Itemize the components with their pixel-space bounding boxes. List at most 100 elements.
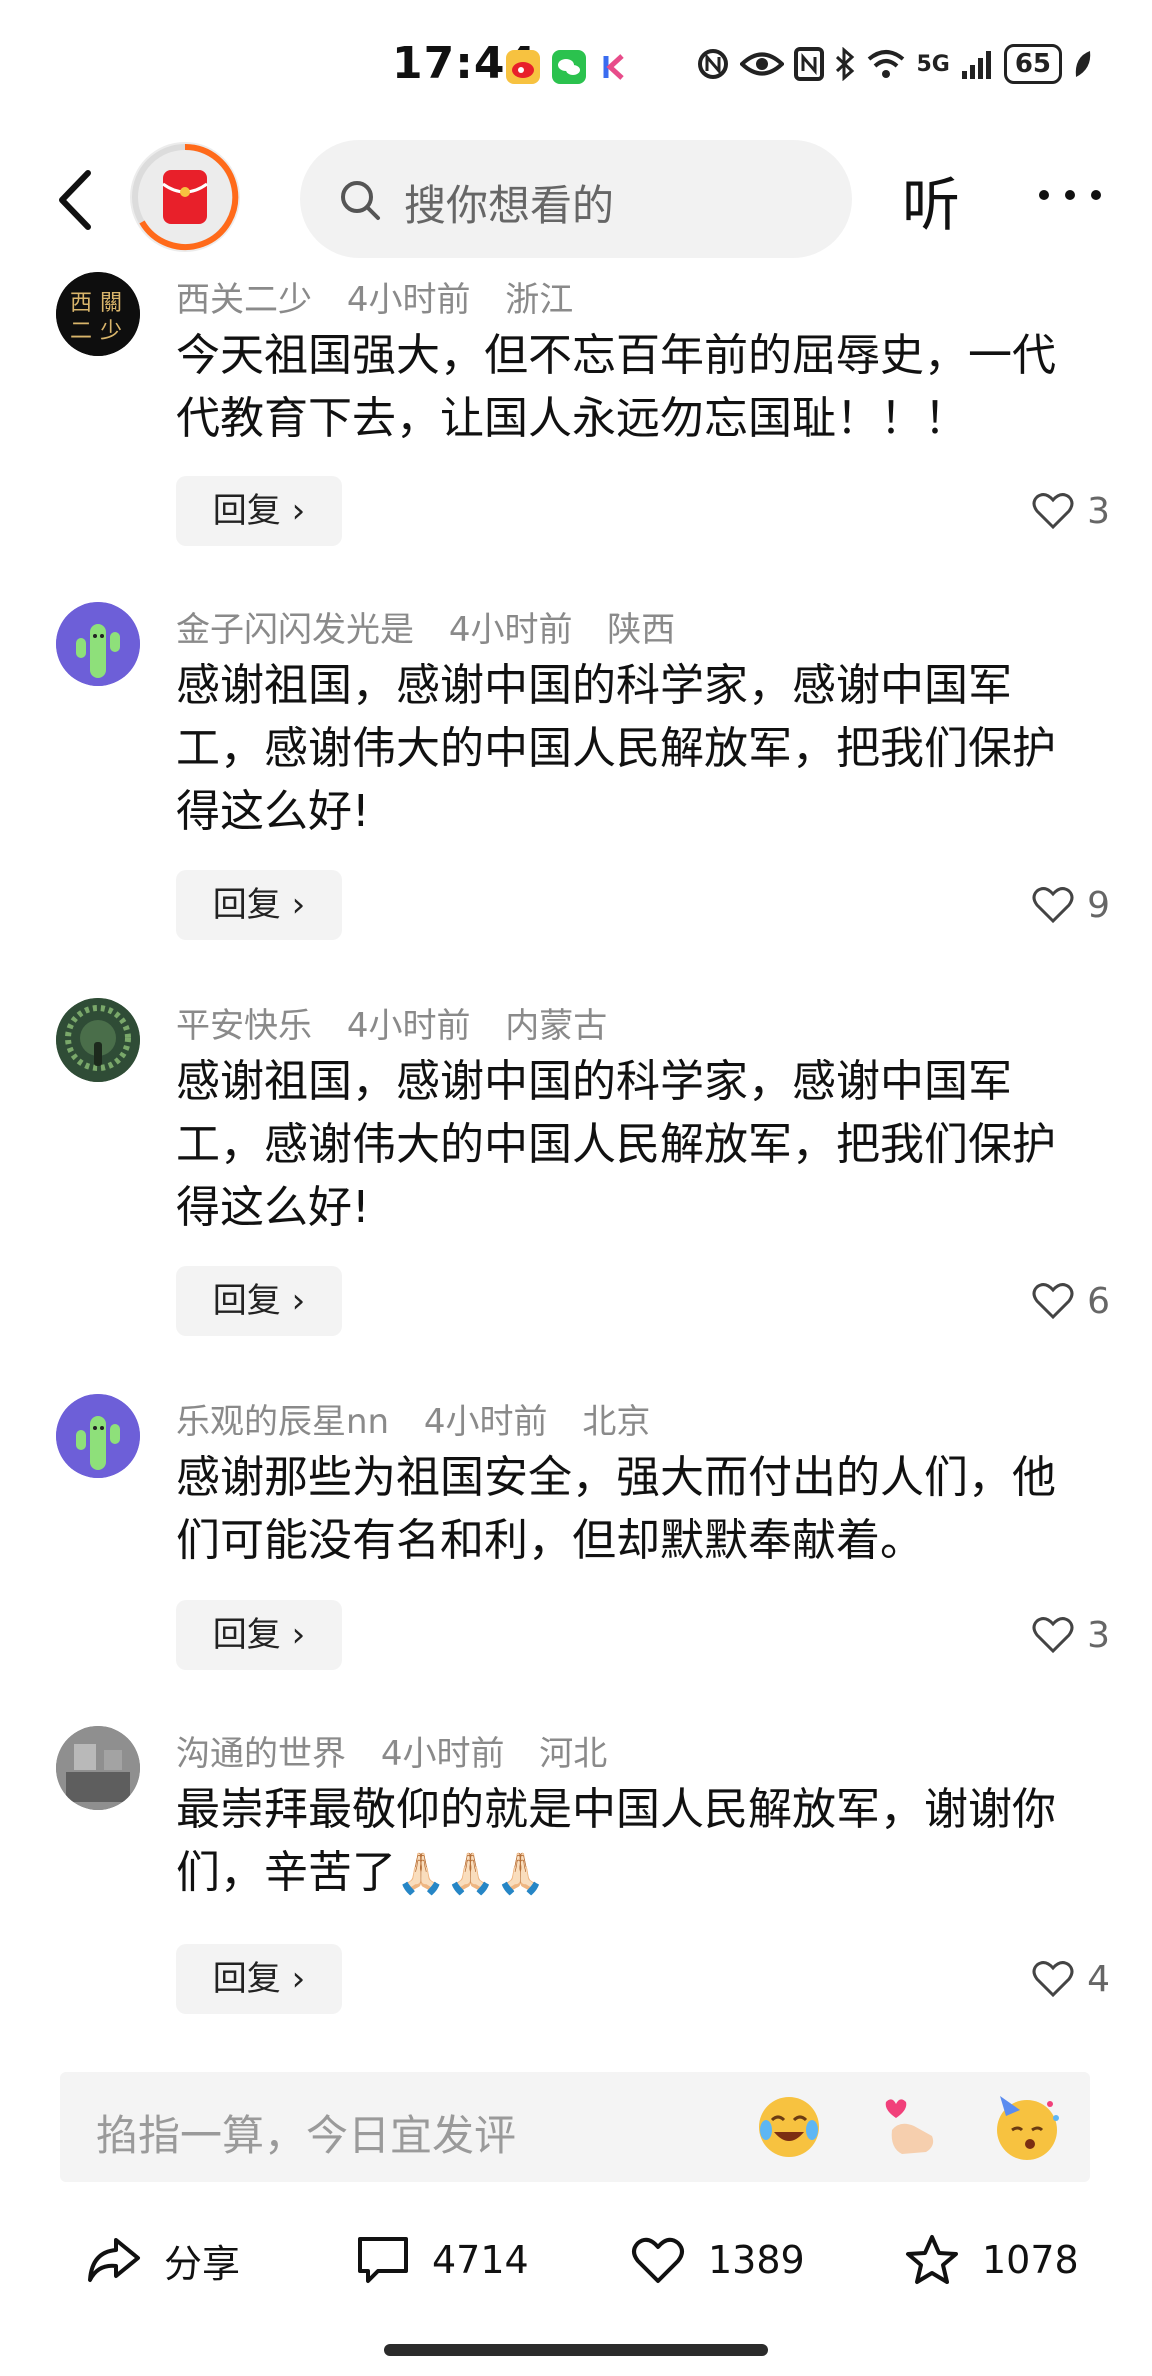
like-button[interactable]: 6 [1031, 1266, 1110, 1336]
back-button[interactable] [48, 165, 108, 235]
comment-username[interactable]: 平安快乐 [176, 1006, 312, 1046]
chevron-right-icon: › [291, 1281, 306, 1321]
comment-item: 西關二少 西关二少 4小时前 浙江 今天祖国强大，但不忘百年前的屈辱史，一代代教… [0, 272, 1152, 572]
search-placeholder: 搜你想看的 [404, 181, 615, 230]
comment-location: 内蒙古 [505, 1006, 608, 1046]
svg-text:二: 二 [70, 319, 92, 344]
avatar[interactable] [56, 1726, 140, 1810]
chevron-right-icon: › [291, 1615, 306, 1655]
comment-input-placeholder: 掐指一算，今日宜发评 [96, 2111, 517, 2160]
network-type: 5G [916, 51, 950, 77]
chevron-right-icon: › [291, 885, 306, 925]
reply-button[interactable]: 回复 › [176, 1600, 342, 1670]
weibo-app-icon [506, 50, 540, 84]
like-count: 4 [1087, 1958, 1110, 2000]
praying-hands-emoji: 🙏🏻🙏🏻🙏🏻 [396, 1851, 546, 1897]
like-button[interactable]: 9 [1031, 870, 1110, 940]
listen-button[interactable]: 听 [902, 158, 960, 242]
comment-location: 北京 [582, 1402, 651, 1442]
comment-time: 4小时前 [448, 610, 573, 650]
likes-count: 1389 [708, 2238, 805, 2282]
room-photo-avatar-icon [56, 1726, 140, 1810]
comment-username[interactable]: 沟通的世界 [176, 1734, 346, 1774]
party-face-emoji[interactable] [990, 2090, 1064, 2164]
like-count: 3 [1087, 490, 1110, 532]
heart-icon [1032, 493, 1074, 530]
svg-text:關: 關 [100, 291, 122, 316]
reply-label: 回复 [212, 1281, 281, 1321]
leaf-icon [1075, 51, 1091, 77]
comment-item: 乐观的辰星nn 4小时前 北京 感谢那些为祖国安全，强大而付出的人们，他们可能没… [0, 1394, 1152, 1694]
reply-label: 回复 [212, 1615, 281, 1655]
more-button[interactable] [1030, 170, 1110, 220]
comment-text: 感谢那些为祖国安全，强大而付出的人们，他们可能没有名和利，但却默默奉献着。 [176, 1452, 1056, 1566]
avatar[interactable]: 西關二少 [56, 272, 140, 356]
reply-button[interactable]: 回复 › [176, 1944, 342, 2014]
star-icon [906, 2235, 958, 2284]
finger-heart-emoji[interactable] [872, 2090, 946, 2164]
comment-username[interactable]: 金子闪闪发光是 [176, 610, 414, 650]
comment-text: 最崇拜最敬仰的就是中国人民解放军，谢谢你们，辛苦了🙏🏻🙏🏻🙏🏻 [176, 1778, 1096, 1906]
bluetooth-icon [836, 47, 855, 81]
share-arrow-icon [88, 2238, 140, 2282]
comment-meta: 乐观的辰星nn 4小时前 北京 [176, 1394, 674, 1443]
reply-button[interactable]: 回复 › [176, 476, 342, 546]
comment-item: 沟通的世界 4小时前 河北 最崇拜最敬仰的就是中国人民解放军，谢谢你们，辛苦了🙏… [0, 1726, 1152, 2026]
nfc-icon [698, 49, 729, 79]
reply-label: 回复 [212, 885, 281, 925]
comment-text: 今天祖国强大，但不忘百年前的屈辱史，一代代教育下去，让国人永远勿忘国耻！！！ [176, 330, 1056, 444]
battery-indicator: 65 [1003, 44, 1062, 84]
avatar[interactable] [56, 602, 140, 686]
comment-time: 4小时前 [380, 1734, 505, 1774]
comment-text: 感谢祖国，感谢中国的科学家，感谢中国军工，感谢伟大的中国人民解放军，把我们保护得… [176, 660, 1056, 837]
comment-username[interactable]: 西关二少 [176, 280, 312, 320]
search-bar[interactable]: 搜你想看的 [300, 140, 852, 258]
status-bar: 17:44 5G 65 [0, 0, 1152, 130]
signal-bars-icon [961, 51, 991, 79]
comment-time: 4小时前 [346, 280, 471, 320]
comment-location: 陕西 [607, 610, 676, 650]
channel-logo[interactable] [130, 142, 240, 252]
comment-username[interactable]: 乐观的辰星nn [176, 1402, 389, 1442]
comment-text-body: 最崇拜最敬仰的就是中国人民解放军，谢谢你们，辛苦了 [176, 1784, 1056, 1898]
laughing-crying-emoji[interactable] [752, 2090, 826, 2164]
status-icons: 5G 65 [696, 44, 1092, 84]
search-icon [341, 181, 380, 220]
like-post-button[interactable]: 1389 [630, 2210, 805, 2310]
n-mark-icon [794, 47, 825, 81]
heart-icon [1032, 1283, 1074, 1320]
peacock-avatar-icon [56, 998, 140, 1082]
heart-icon [1032, 887, 1074, 924]
cactus-avatar-icon [56, 1394, 140, 1478]
comment-time: 4小时前 [423, 1402, 548, 1442]
like-count: 6 [1087, 1280, 1110, 1322]
eye-icon [740, 52, 785, 76]
avatar[interactable] [56, 1394, 140, 1478]
favorite-button[interactable]: 1078 [904, 2210, 1079, 2310]
chevron-right-icon: › [291, 1959, 306, 1999]
reply-button[interactable]: 回复 › [176, 1266, 342, 1336]
favorites-count: 1078 [982, 2238, 1079, 2282]
home-indicator[interactable] [384, 2344, 768, 2356]
comment-meta: 金子闪闪发光是 4小时前 陕西 [176, 602, 699, 651]
comment-input[interactable]: 掐指一算，今日宜发评 [60, 2072, 1090, 2182]
heart-icon [1032, 1961, 1074, 1998]
comment-text: 感谢祖国，感谢中国的科学家，感谢中国军工，感谢伟大的中国人民解放军，把我们保护得… [176, 1056, 1056, 1233]
avatar[interactable] [56, 998, 140, 1082]
reply-button[interactable]: 回复 › [176, 870, 342, 940]
comment-bubble-icon [358, 2237, 408, 2283]
comments-button[interactable]: 4714 [356, 2210, 529, 2310]
cactus-avatar-icon [56, 602, 140, 686]
comment-meta: 沟通的世界 4小时前 河北 [176, 1726, 631, 1775]
like-button[interactable]: 3 [1031, 1600, 1110, 1670]
comment-item: 金子闪闪发光是 4小时前 陕西 感谢祖国，感谢中国的科学家，感谢中国军工，感谢伟… [0, 602, 1152, 962]
chevron-right-icon: › [291, 491, 306, 531]
svg-text:西: 西 [70, 291, 92, 316]
red-envelope-logo-icon [132, 143, 239, 250]
like-button[interactable]: 3 [1031, 476, 1110, 546]
like-button[interactable]: 4 [1031, 1944, 1110, 2014]
share-button[interactable]: 分享 [86, 2210, 240, 2310]
comment-meta: 平安快乐 4小时前 内蒙古 [176, 998, 631, 1047]
comment-time: 4小时前 [346, 1006, 471, 1046]
like-count: 9 [1087, 884, 1110, 926]
